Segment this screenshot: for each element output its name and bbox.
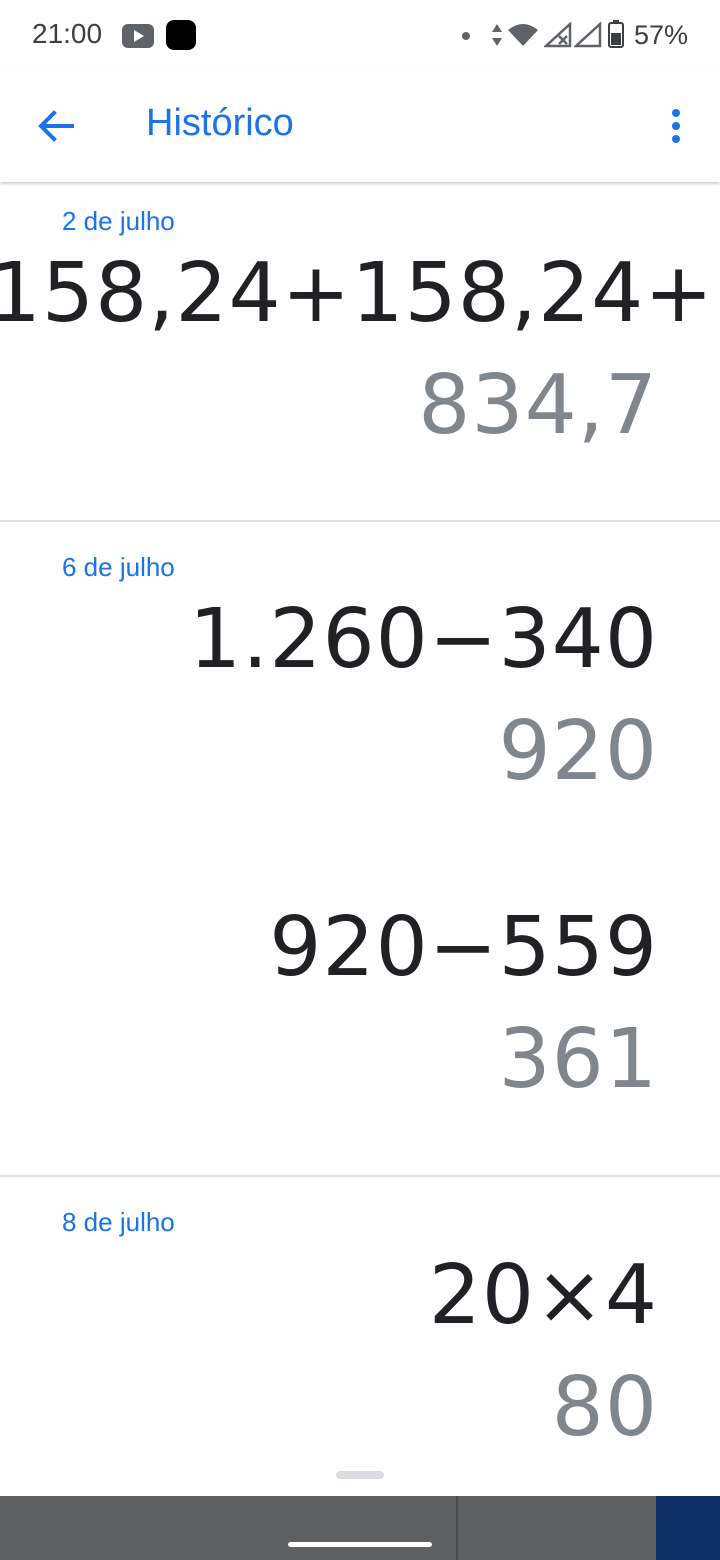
app-icon: [166, 20, 196, 50]
history-result[interactable]: 920: [498, 704, 658, 799]
section-date: 6 de julho: [62, 552, 175, 582]
home-gesture-bar[interactable]: [288, 1542, 432, 1547]
notification-dot-icon: [462, 32, 470, 40]
section-divider: [0, 520, 720, 522]
nav-accent-block: [656, 1496, 720, 1560]
section-divider: [0, 1175, 720, 1177]
page-title: Histórico: [146, 102, 294, 144]
battery-percentage: 57%: [634, 20, 689, 50]
history-expression[interactable]: 20×4: [429, 1248, 658, 1343]
history-result[interactable]: 361: [498, 1012, 658, 1107]
signal-icon: [574, 22, 602, 48]
history-expression[interactable]: 920−559: [269, 900, 658, 995]
history-expression[interactable]: 158,24+158,24+: [0, 246, 714, 341]
battery-icon: [608, 20, 624, 48]
nav-divider: [456, 1496, 458, 1560]
signal-no-data-icon: [544, 22, 572, 48]
section-date: 2 de julho: [62, 206, 175, 236]
status-time: 21:00: [32, 18, 103, 49]
wifi-icon: 5: [508, 24, 538, 48]
history-expression[interactable]: 1.260−340: [189, 592, 658, 687]
data-arrows-icon: [492, 24, 502, 46]
history-result[interactable]: 834,7: [418, 358, 658, 453]
svg-text:5: 5: [528, 38, 534, 48]
drag-handle[interactable]: [336, 1471, 384, 1479]
status-bar: 21:00 5 57%: [0, 0, 720, 72]
history-result[interactable]: 80: [552, 1360, 658, 1455]
arrow-back-icon[interactable]: [36, 106, 76, 146]
app-bar: Histórico: [0, 72, 720, 182]
more-vert-icon[interactable]: [660, 106, 692, 146]
section-date: 8 de julho: [62, 1207, 175, 1237]
navigation-bar: [0, 1496, 720, 1560]
youtube-icon: [122, 24, 154, 48]
